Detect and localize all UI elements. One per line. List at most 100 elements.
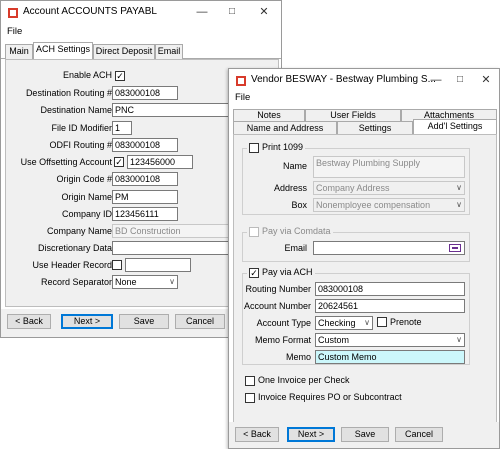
- box-1099-select[interactable]: Nonemployee compensation ∨: [313, 198, 465, 212]
- next-button[interactable]: Next >: [287, 427, 335, 442]
- tab-name-and-address[interactable]: Name and Address: [233, 121, 337, 134]
- memo-label: Memo: [285, 352, 311, 362]
- vendor-window-title: Vendor BESWAY - Bestway Plumbing S...: [251, 74, 436, 85]
- tab-direct-deposit[interactable]: Direct Deposit: [93, 44, 155, 59]
- print-1099-group: Print 1099 Name Bestway Plumbing Supply …: [242, 142, 470, 215]
- company-id-input[interactable]: 123456111: [112, 207, 178, 221]
- pay-via-comdata-label: Pay via Comdata: [262, 226, 331, 236]
- routing-number-input[interactable]: 083000108: [315, 282, 465, 296]
- pay-via-ach-legend: ✓ Pay via ACH: [247, 267, 315, 278]
- header-record-input[interactable]: [125, 258, 191, 272]
- save-button[interactable]: Save: [119, 314, 169, 329]
- chevron-down-icon: ∨: [364, 318, 370, 327]
- address-1099-label: Address: [273, 183, 307, 193]
- company-name-label: Company Name: [46, 226, 112, 236]
- tab-notes[interactable]: Notes: [233, 109, 305, 121]
- invoice-requires-po-checkbox[interactable]: [245, 393, 255, 403]
- prenote-label: Prenote: [390, 317, 422, 327]
- save-button[interactable]: Save: [341, 427, 389, 442]
- chevron-down-icon: ∨: [456, 183, 462, 192]
- vendor-tabs-row2: Name and Address Settings Add'l Settings: [233, 119, 497, 134]
- address-1099-value: Company Address: [316, 183, 390, 193]
- odfi-routing-label: ODFI Routing #: [49, 140, 112, 150]
- prenote-checkbox[interactable]: [377, 317, 387, 327]
- maximize-icon[interactable]: □: [223, 4, 241, 20]
- origin-name-label: Origin Name: [61, 192, 112, 202]
- print-1099-label: Print 1099: [262, 142, 304, 152]
- vendor-button-bar: < Back Next > Save Cancel: [229, 422, 499, 448]
- memo-format-select[interactable]: Custom ∨: [315, 333, 465, 347]
- account-number-input[interactable]: 20624561: [315, 299, 465, 313]
- address-1099-select[interactable]: Company Address ∨: [313, 181, 465, 195]
- file-id-modifier-input[interactable]: 1: [112, 121, 132, 135]
- close-icon[interactable]: ✕: [477, 72, 495, 88]
- odfi-routing-input[interactable]: 083000108: [112, 138, 178, 152]
- box-1099-label: Box: [291, 200, 307, 210]
- account-window-title: Account ACCOUNTS PAYABL: [23, 6, 157, 17]
- account-tabs: Main ACH Settings Direct Deposit Email: [1, 42, 281, 59]
- tab-main[interactable]: Main: [5, 44, 33, 59]
- pay-via-comdata-checkbox[interactable]: [249, 226, 259, 237]
- maximize-icon[interactable]: □: [451, 72, 469, 88]
- use-offsetting-label: Use Offsetting Account: [20, 157, 112, 167]
- back-button[interactable]: < Back: [7, 314, 51, 329]
- destination-routing-input[interactable]: 083000108: [112, 86, 178, 100]
- next-button[interactable]: Next >: [61, 314, 113, 329]
- comdata-email-label: Email: [284, 243, 307, 253]
- chevron-down-icon: ∨: [456, 200, 462, 209]
- pay-via-ach-checkbox[interactable]: ✓: [249, 267, 259, 278]
- origin-name-input[interactable]: PM: [112, 190, 178, 204]
- memo-input[interactable]: Custom Memo: [315, 350, 465, 364]
- account-type-select[interactable]: Checking ∨: [315, 316, 373, 330]
- discretionary-data-label: Discretionary Data: [37, 243, 112, 253]
- one-invoice-per-check-checkbox[interactable]: [245, 376, 255, 386]
- enable-ach-checkbox[interactable]: ✓: [115, 71, 125, 81]
- cancel-button[interactable]: Cancel: [395, 427, 443, 442]
- origin-code-label: Origin Code #: [56, 174, 112, 184]
- minimize-icon[interactable]: —: [193, 4, 211, 20]
- use-header-record-checkbox[interactable]: [112, 260, 122, 270]
- pay-via-comdata-legend: Pay via Comdata: [247, 226, 333, 237]
- print-1099-checkbox[interactable]: [249, 142, 259, 153]
- memo-format-value: Custom: [318, 335, 350, 345]
- tab-email[interactable]: Email: [155, 44, 183, 59]
- account-titlebar: Account ACCOUNTS PAYABL — □ ✕: [1, 1, 281, 23]
- account-menubar: File: [1, 25, 281, 39]
- record-separator-label: Record Separator: [40, 277, 112, 287]
- comdata-email-input[interactable]: [313, 241, 465, 255]
- vendor-menubar: File: [229, 91, 499, 105]
- routing-number-label: Routing Number: [245, 284, 311, 294]
- pay-via-comdata-group: Pay via Comdata Email: [242, 226, 470, 262]
- tab-ach-settings[interactable]: ACH Settings: [33, 42, 93, 59]
- origin-code-input[interactable]: 083000108: [112, 172, 178, 186]
- pay-via-ach-group: ✓ Pay via ACH Routing Number 083000108 Ac…: [242, 267, 470, 365]
- destination-routing-label: Destination Routing #: [25, 88, 112, 98]
- account-number-label: Account Number: [243, 301, 311, 311]
- chevron-down-icon: ∨: [169, 277, 175, 286]
- vendor-titlebar: Vendor BESWAY - Bestway Plumbing S... — …: [229, 69, 499, 91]
- back-button[interactable]: < Back: [235, 427, 279, 442]
- offsetting-account-input[interactable]: 123456000: [127, 155, 193, 169]
- tab-settings[interactable]: Settings: [337, 121, 413, 134]
- account-type-value: Checking: [318, 318, 356, 328]
- menu-file[interactable]: File: [7, 26, 22, 37]
- file-id-modifier-label: File ID Modifier: [51, 123, 112, 133]
- minimize-icon[interactable]: —: [427, 72, 445, 88]
- addl-settings-panel: Print 1099 Name Bestway Plumbing Supply …: [233, 134, 497, 423]
- cancel-button[interactable]: Cancel: [175, 314, 225, 329]
- app-icon: [8, 8, 18, 18]
- tab-user-fields[interactable]: User Fields: [305, 109, 401, 121]
- use-offsetting-checkbox[interactable]: ✓: [114, 157, 124, 167]
- one-invoice-per-check-label: One Invoice per Check: [258, 375, 350, 385]
- enable-ach-label: Enable ACH: [62, 70, 112, 80]
- name-1099-input[interactable]: Bestway Plumbing Supply: [313, 156, 465, 178]
- vendor-window: Vendor BESWAY - Bestway Plumbing S... — …: [228, 68, 500, 449]
- use-header-record-label: Use Header Record: [32, 260, 112, 270]
- record-separator-select[interactable]: None ∨: [112, 275, 178, 289]
- menu-file[interactable]: File: [235, 92, 250, 103]
- pay-via-ach-label: Pay via ACH: [262, 267, 313, 277]
- record-separator-value: None: [115, 277, 137, 287]
- close-icon[interactable]: ✕: [255, 4, 273, 20]
- tab-addl-settings[interactable]: Add'l Settings: [413, 119, 497, 134]
- envelope-icon[interactable]: [449, 244, 461, 252]
